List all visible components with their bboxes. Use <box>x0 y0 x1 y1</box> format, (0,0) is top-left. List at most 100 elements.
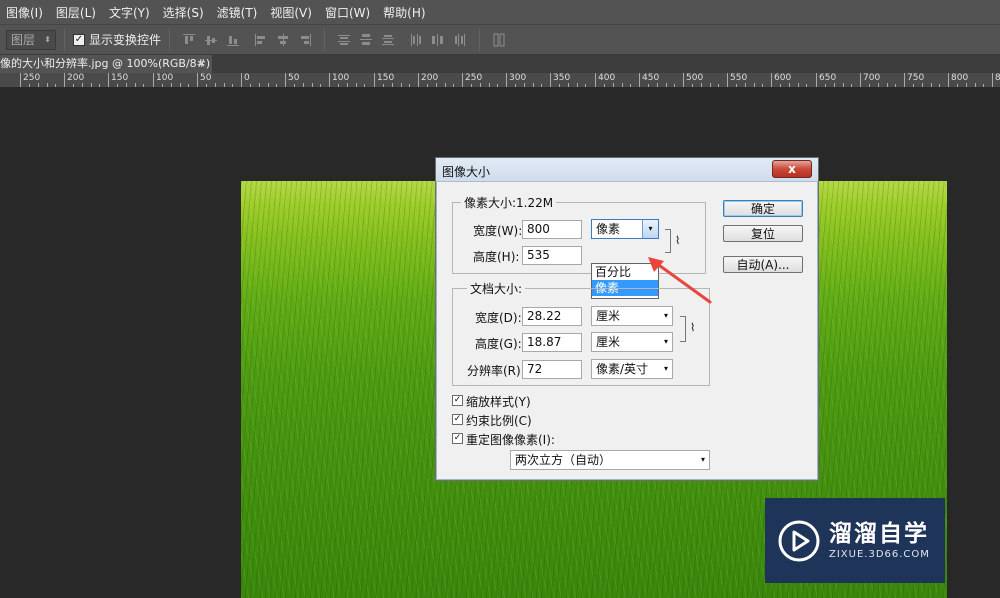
ruler-minor-tick <box>931 83 932 87</box>
annotation-arrow-icon <box>648 257 712 304</box>
document-tab[interactable]: 像的大小和分辨率.jpg @ 100%(RGB/8#) * × <box>0 55 212 73</box>
resample-method-value: 两次立方（自动） <box>515 453 612 467</box>
watermark-title: 溜溜自学 <box>829 520 929 547</box>
ruler-minor-tick <box>453 84 454 87</box>
align-hcenter-icon[interactable] <box>276 33 290 47</box>
ruler-major-tick <box>683 73 684 87</box>
ruler-minor-tick <box>250 84 251 87</box>
align-vcenter-icon[interactable] <box>204 33 218 47</box>
resample-method-select[interactable]: 两次立方（自动） ▾ <box>510 450 710 470</box>
ruler-minor-tick <box>294 84 295 87</box>
ruler-major-tick <box>727 73 728 87</box>
auto-select-target-dropdown[interactable]: 图层 ⬍ <box>6 29 56 50</box>
resample-label[interactable]: 重定图像像素(I): <box>466 431 555 448</box>
menu-view[interactable]: 视图(V) <box>270 4 312 21</box>
align-right-icon[interactable] <box>298 33 312 47</box>
show-transform-controls[interactable]: ✓ 显示变换控件 <box>73 31 161 48</box>
chevron-down-icon: ▾ <box>663 337 668 346</box>
menu-window[interactable]: 窗口(W) <box>325 4 370 21</box>
ruler-minor-tick <box>806 84 807 87</box>
horizontal-ruler[interactable]: 250 200 150 100 50 0 50 100 150 200 250 300 350 400 45… <box>0 73 1000 88</box>
ruler-minor-tick <box>401 83 402 87</box>
watermark-subtitle: ZIXUE.3D66.COM <box>829 548 930 560</box>
menu-type[interactable]: 文字(Y) <box>109 4 150 21</box>
align-top-icon[interactable] <box>182 33 196 47</box>
scale-styles-label[interactable]: 缩放样式(Y) <box>466 393 531 410</box>
ruler-major-tick <box>595 73 596 87</box>
ruler-minor-tick <box>701 83 702 87</box>
menu-select[interactable]: 选择(S) <box>163 4 204 21</box>
ruler-minor-tick <box>143 84 144 87</box>
menu-image[interactable]: 图像(I) <box>6 4 43 21</box>
reset-button[interactable]: 复位 <box>723 225 803 242</box>
ruler-minor-tick <box>762 84 763 87</box>
distribute-bottom-icon[interactable] <box>381 33 395 47</box>
auto-button[interactable]: 自动(A)... <box>723 256 803 273</box>
ruler-minor-tick <box>126 83 127 87</box>
distribute-hcenter-icon[interactable] <box>431 33 445 47</box>
resolution-unit-select[interactable]: 像素/英寸 ▾ <box>591 359 673 379</box>
ruler-minor-tick <box>604 84 605 87</box>
ruler-major-tick <box>329 73 330 87</box>
pixel-height-input[interactable]: 535 <box>522 246 582 265</box>
ruler-minor-tick <box>922 83 923 87</box>
ruler-minor-tick <box>666 83 667 87</box>
menu-layer[interactable]: 图层(L) <box>56 4 96 21</box>
ruler-minor-tick <box>489 83 490 87</box>
ruler-minor-tick <box>320 84 321 87</box>
ruler-minor-tick <box>436 83 437 87</box>
ruler-major-tick <box>241 73 242 87</box>
pixel-width-unit-value: 像素 <box>596 222 621 236</box>
ruler-minor-tick <box>630 84 631 87</box>
ruler-minor-tick <box>73 84 74 87</box>
ruler-minor-tick <box>29 84 30 87</box>
ruler-minor-tick <box>718 84 719 87</box>
ruler-minor-tick <box>276 84 277 87</box>
ruler-minor-tick <box>966 83 967 87</box>
menubar: 图像(I) 图层(L) 文字(Y) 选择(S) 滤镜(T) 视图(V) 窗口(W… <box>0 0 1000 24</box>
distribute-vcenter-icon[interactable] <box>359 33 373 47</box>
ruler-minor-tick <box>541 84 542 87</box>
menu-filter[interactable]: 滤镜(T) <box>217 4 258 21</box>
show-transform-checkbox[interactable]: ✓ <box>73 33 85 46</box>
doc-height-input[interactable]: 18.87 <box>522 333 582 352</box>
constrain-proportions-label[interactable]: 约束比例(C) <box>466 412 532 429</box>
ruler-minor-tick <box>613 83 614 87</box>
dropdown-arrow-icon[interactable]: ▾ <box>642 220 658 238</box>
ruler-minor-tick <box>338 84 339 87</box>
distribute-left-icon[interactable] <box>409 33 423 47</box>
ruler-minor-tick <box>843 83 844 87</box>
menu-help[interactable]: 帮助(H) <box>383 4 425 21</box>
updown-arrows-icon: ⬍ <box>44 35 51 44</box>
ruler-minor-tick <box>383 84 384 87</box>
ruler-major-tick <box>948 73 949 87</box>
pixel-width-input[interactable]: 800 <box>522 220 582 239</box>
close-dialog-button[interactable]: x <box>772 160 812 178</box>
auto-align-layers-icon[interactable] <box>492 33 506 47</box>
ruler-minor-tick <box>983 84 984 87</box>
distribute-top-icon[interactable] <box>337 33 351 47</box>
ruler-minor-tick <box>259 83 260 87</box>
resolution-label: 分辨率(R): <box>467 364 525 378</box>
pixel-width-unit-select[interactable]: 像素 ▾ <box>591 219 659 239</box>
ruler-major-tick <box>550 73 551 87</box>
ok-button[interactable]: 确定 <box>723 200 803 217</box>
align-bottom-icon[interactable] <box>226 33 240 47</box>
ruler-minor-tick <box>798 83 799 87</box>
dialog-titlebar[interactable]: 图像大小 x <box>436 158 818 182</box>
ruler-minor-tick <box>577 83 578 87</box>
doc-height-unit-select[interactable]: 厘米 ▾ <box>591 332 673 352</box>
resample-checkbox[interactable]: ✓ <box>452 433 463 444</box>
close-tab-icon[interactable]: × <box>197 55 206 73</box>
align-left-icon[interactable] <box>254 33 268 47</box>
ruler-major-tick <box>64 73 65 87</box>
ruler-minor-tick <box>710 83 711 87</box>
doc-width-input[interactable]: 28.22 <box>522 307 582 326</box>
constrain-proportions-checkbox[interactable]: ✓ <box>452 414 463 425</box>
ruler-minor-tick <box>692 84 693 87</box>
resolution-input[interactable]: 72 <box>522 360 582 379</box>
distribute-right-icon[interactable] <box>453 33 467 47</box>
ruler-minor-tick <box>515 84 516 87</box>
auto-select-target-value: 图层 <box>11 33 36 47</box>
scale-styles-checkbox[interactable]: ✓ <box>452 395 463 406</box>
